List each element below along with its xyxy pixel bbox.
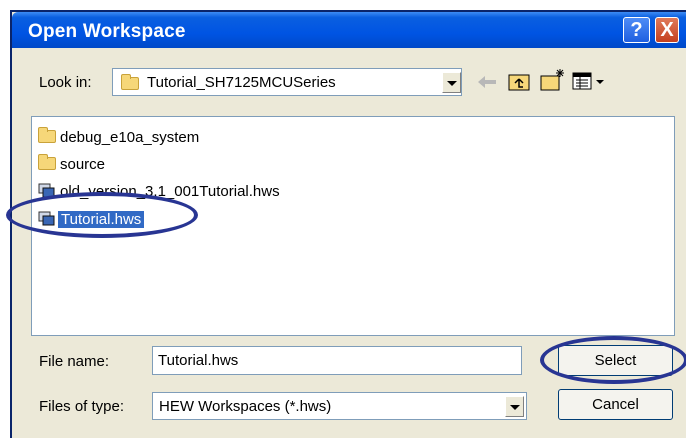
cancel-button[interactable]: Cancel — [558, 389, 673, 420]
back-icon[interactable] — [476, 74, 498, 90]
look-in-value: Tutorial_SH7125MCUSeries — [147, 74, 336, 91]
files-of-type-label: Files of type: — [39, 398, 125, 415]
highlight-ellipse-select — [540, 336, 686, 384]
new-folder-icon[interactable] — [540, 68, 566, 92]
folder-icon — [38, 127, 56, 143]
file-name-value: Tutorial.hws — [158, 352, 239, 369]
chevron-down-icon[interactable] — [442, 72, 461, 93]
open-workspace-dialog: Open Workspace ? X Look in: Tutorial_SH7… — [6, 10, 686, 438]
up-folder-icon[interactable] — [508, 71, 530, 91]
close-button[interactable]: X — [655, 17, 679, 43]
file-name: debug_e10a_system — [60, 129, 200, 146]
folder-icon — [38, 154, 56, 170]
files-of-type-value: HEW Workspaces (*.hws) — [159, 398, 332, 415]
file-name: source — [60, 156, 106, 173]
title-bar[interactable]: Open Workspace ? X — [12, 12, 686, 48]
view-menu-icon[interactable] — [572, 71, 606, 91]
file-name-label: File name: — [39, 353, 110, 370]
files-of-type-dropdown[interactable]: HEW Workspaces (*.hws) — [152, 392, 527, 420]
help-button[interactable]: ? — [623, 17, 650, 43]
look-in-dropdown[interactable]: Tutorial_SH7125MCUSeries — [112, 68, 462, 96]
folder-icon — [121, 74, 139, 90]
look-in-label: Look in: — [39, 74, 92, 91]
file-name-input[interactable]: Tutorial.hws — [152, 346, 522, 375]
highlight-ellipse-file — [6, 192, 198, 238]
chevron-down-icon[interactable] — [505, 396, 524, 417]
dialog-title: Open Workspace — [28, 21, 186, 42]
